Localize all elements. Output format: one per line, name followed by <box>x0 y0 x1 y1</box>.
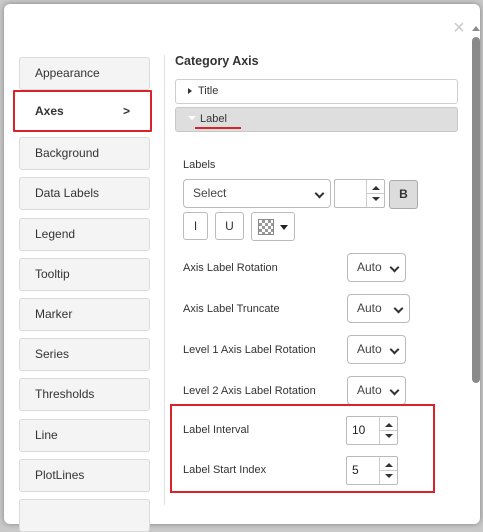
sidebar-item-background[interactable]: Background <box>19 137 150 170</box>
labels-heading: Labels <box>183 159 216 171</box>
scrollbar-thumb[interactable] <box>472 37 480 383</box>
section-title: Category Axis <box>175 54 259 68</box>
sidebar-item-label: Background <box>35 146 100 160</box>
sidebar-item-marker[interactable]: Marker <box>19 298 150 331</box>
caret-down-icon <box>280 225 288 230</box>
sidebar-item-label: Axes <box>35 104 64 118</box>
level1-rotation-select[interactable]: Auto <box>347 335 406 364</box>
active-section-underline <box>195 127 241 129</box>
sidebar-item-label: Series <box>35 347 70 361</box>
axis-label-truncate-value: Auto <box>357 301 382 315</box>
sidebar-item-series[interactable]: Series <box>19 338 150 371</box>
chevron-down-icon <box>314 188 325 199</box>
sidebar-item-data-labels[interactable]: Data Labels <box>19 177 150 210</box>
sidebar-item-label: Tooltip <box>35 267 70 281</box>
axis-label-rotation-select[interactable]: Auto <box>347 253 406 282</box>
font-size-stepper[interactable] <box>334 179 385 208</box>
accordion-title-label: Title <box>198 85 219 97</box>
caret-down-icon <box>188 116 196 120</box>
sidebar-item-plotlines[interactable]: PlotLines <box>19 459 150 492</box>
close-icon[interactable]: × <box>452 18 466 38</box>
sidebar-item-label: PlotLines <box>35 468 85 482</box>
sidebar-item-label: Thresholds <box>35 387 95 401</box>
highlight-box <box>170 404 435 493</box>
sidebar-item-appearance[interactable]: Appearance <box>19 57 150 90</box>
sidebar-item-thresholds[interactable]: Thresholds <box>19 378 150 411</box>
sidebar-item-axes[interactable]: Axes > <box>13 90 152 132</box>
panel-divider <box>164 55 165 505</box>
color-swatch-icon <box>258 219 274 235</box>
sidebar-item-more[interactable] <box>19 499 150 532</box>
chevron-down-icon <box>389 262 400 273</box>
axis-label-truncate-label: Axis Label Truncate <box>183 303 280 315</box>
axis-label-rotation-value: Auto <box>357 260 382 274</box>
sidebar-item-label: Legend <box>35 227 76 241</box>
sidebar-item-line[interactable]: Line <box>19 419 150 452</box>
sidebar-item-label: Appearance <box>35 66 100 80</box>
level2-rotation-value: Auto <box>357 383 382 397</box>
underline-button[interactable]: U <box>215 212 244 240</box>
scroll-up-icon[interactable] <box>472 26 480 31</box>
sidebar-item-label: Line <box>35 428 58 442</box>
level2-rotation-label: Level 2 Axis Label Rotation <box>183 385 316 397</box>
chevron-right-icon: > <box>122 104 130 118</box>
italic-button[interactable]: I <box>183 212 208 240</box>
font-color-picker[interactable] <box>251 212 295 241</box>
level2-rotation-select[interactable]: Auto <box>347 376 406 405</box>
bold-button[interactable]: B <box>389 180 418 209</box>
level1-rotation-label: Level 1 Axis Label Rotation <box>183 344 316 356</box>
font-family-value: Select <box>193 186 227 200</box>
accordion-title[interactable]: Title <box>175 79 458 104</box>
sidebar-item-tooltip[interactable]: Tooltip <box>19 258 150 291</box>
sidebar-item-label: Marker <box>35 307 73 321</box>
arrow-up-icon[interactable] <box>372 186 380 190</box>
chevron-down-icon <box>389 344 400 355</box>
axis-label-truncate-select[interactable]: Auto <box>347 294 410 323</box>
chevron-down-icon <box>393 303 404 314</box>
arrow-down-icon[interactable] <box>372 197 380 201</box>
axis-label-rotation-label: Axis Label Rotation <box>183 262 278 274</box>
chevron-down-icon <box>389 385 400 396</box>
level1-rotation-value: Auto <box>357 342 382 356</box>
font-family-select[interactable]: Select <box>183 179 331 208</box>
sidebar-item-label: Data Labels <box>35 186 100 200</box>
accordion-label-label: Label <box>200 113 227 125</box>
sidebar-item-legend[interactable]: Legend <box>19 218 150 251</box>
caret-right-icon <box>188 88 192 94</box>
